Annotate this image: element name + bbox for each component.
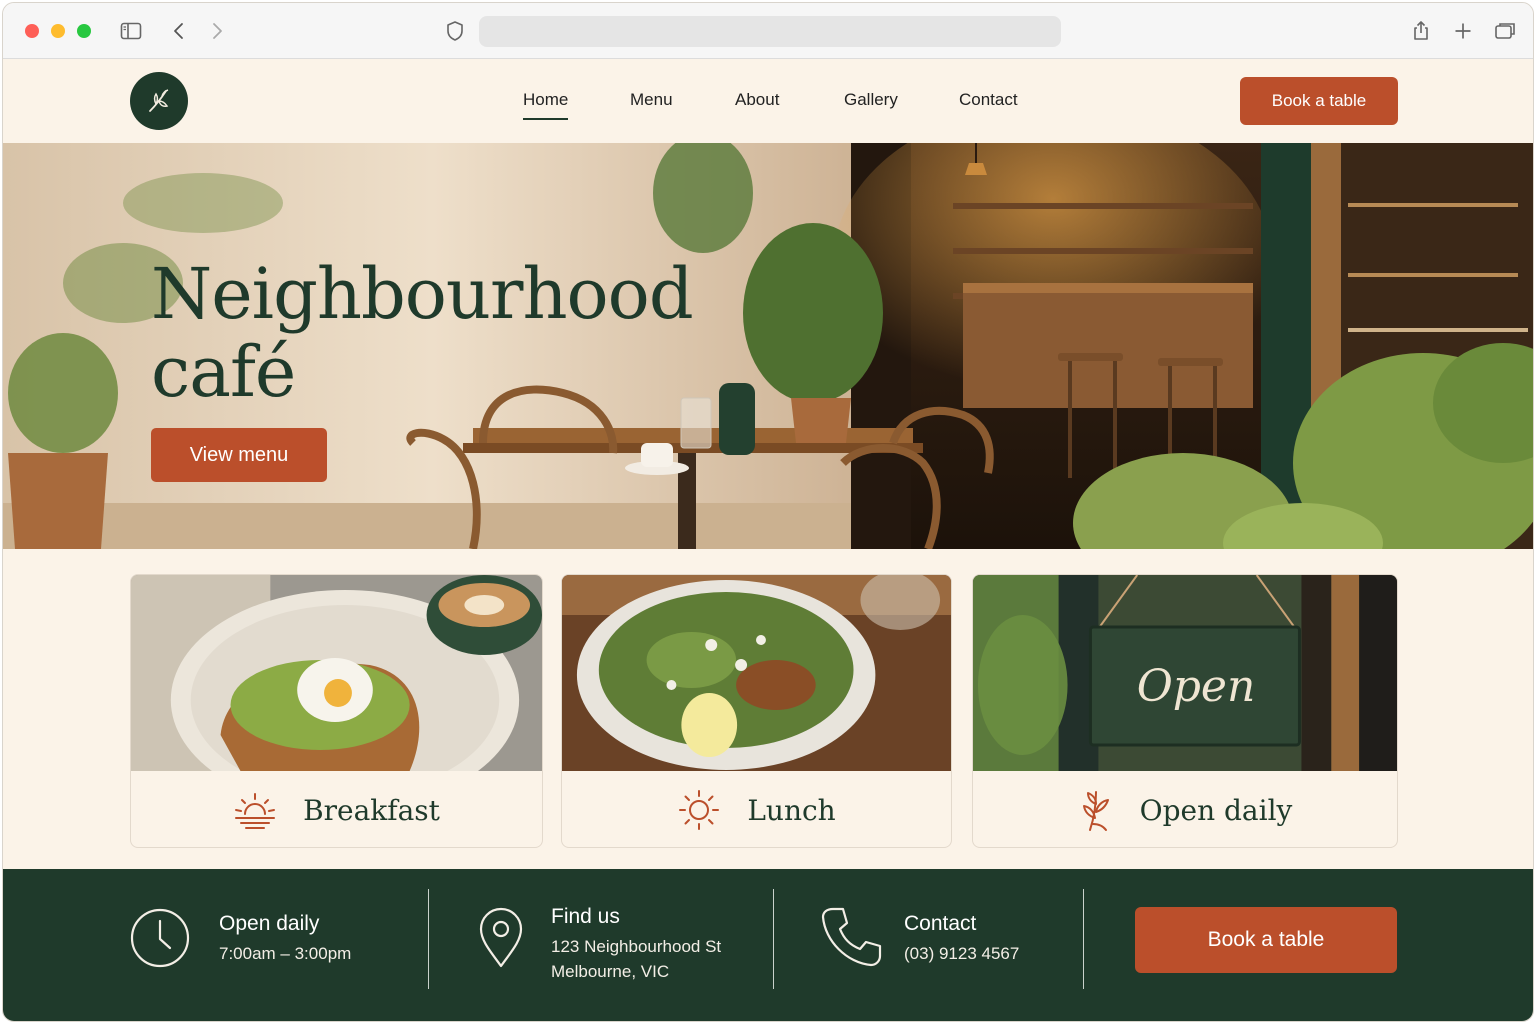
contact-title: Contact [904,912,977,935]
tab-overview-icon[interactable] [1493,19,1517,43]
contact-phone[interactable]: (03) 9123 4567 [904,941,1019,966]
location-line2: Melbourne, VIC [551,962,670,981]
nav-about[interactable]: About [735,90,779,110]
hero-title-line1: Neighbourhood [151,253,694,335]
hero-title-line2: café [151,331,296,413]
hero-title: Neighbourhood café [151,255,771,411]
hours-text: 7:00am – 3:00pm [219,944,352,963]
hero-section: Neighbourhood café View menu [3,143,1533,549]
card-lunch-label: Lunch [747,793,836,827]
location-line1: 123 Neighbourhood St [551,937,722,956]
card-lunch[interactable]: Lunch [561,574,952,848]
card-open-daily-footer: Open daily [973,771,1397,847]
lunch-image [562,575,951,771]
close-window-button[interactable] [25,24,39,38]
book-table-footer-button[interactable]: Book a table [1135,907,1397,973]
nav-menu[interactable]: Menu [630,90,673,110]
sun-icon [679,790,720,830]
hours-title: Open daily [219,912,320,935]
breakfast-image [131,575,542,771]
map-pin-icon [479,907,523,968]
back-icon[interactable] [167,19,191,43]
share-icon[interactable] [1409,19,1433,43]
card-open-daily[interactable]: Open Open daily [972,574,1398,848]
book-table-button[interactable]: Book a table [1240,77,1398,125]
card-breakfast-label: Breakfast [303,793,440,827]
card-open-daily-label: Open daily [1139,793,1293,827]
phone-icon [821,907,882,967]
divider [1083,889,1084,989]
forward-icon[interactable] [205,19,229,43]
sidebar-toggle-icon[interactable] [119,19,143,43]
card-breakfast[interactable]: Breakfast [130,574,543,848]
card-breakfast-footer: Breakfast [131,771,542,847]
zoom-window-button[interactable] [77,24,91,38]
privacy-shield-icon[interactable] [443,19,467,43]
divider [773,889,774,989]
nav-contact[interactable]: Contact [959,90,1018,110]
info-bar: Open daily 7:00am – 3:00pm Find us 123 N… [3,869,1533,1021]
location-title: Find us [551,905,620,928]
browser-window: Home Menu About Gallery Contact Book a t… [2,2,1534,1022]
browser-toolbar [3,3,1533,59]
view-menu-button[interactable]: View menu [151,428,327,482]
nav-gallery[interactable]: Gallery [844,90,898,110]
divider [428,889,429,989]
sunrise-icon [235,793,276,829]
clock-icon [130,908,190,968]
new-tab-icon[interactable] [1451,19,1475,43]
site-header: Home Menu About Gallery Contact Book a t… [3,59,1533,143]
open-sign-text: Open [1136,660,1256,712]
card-lunch-footer: Lunch [562,771,951,847]
leaf-icon [1082,791,1109,831]
minimize-window-button[interactable] [51,24,65,38]
nav-home[interactable]: Home [523,90,569,120]
address-bar[interactable] [479,16,1061,47]
